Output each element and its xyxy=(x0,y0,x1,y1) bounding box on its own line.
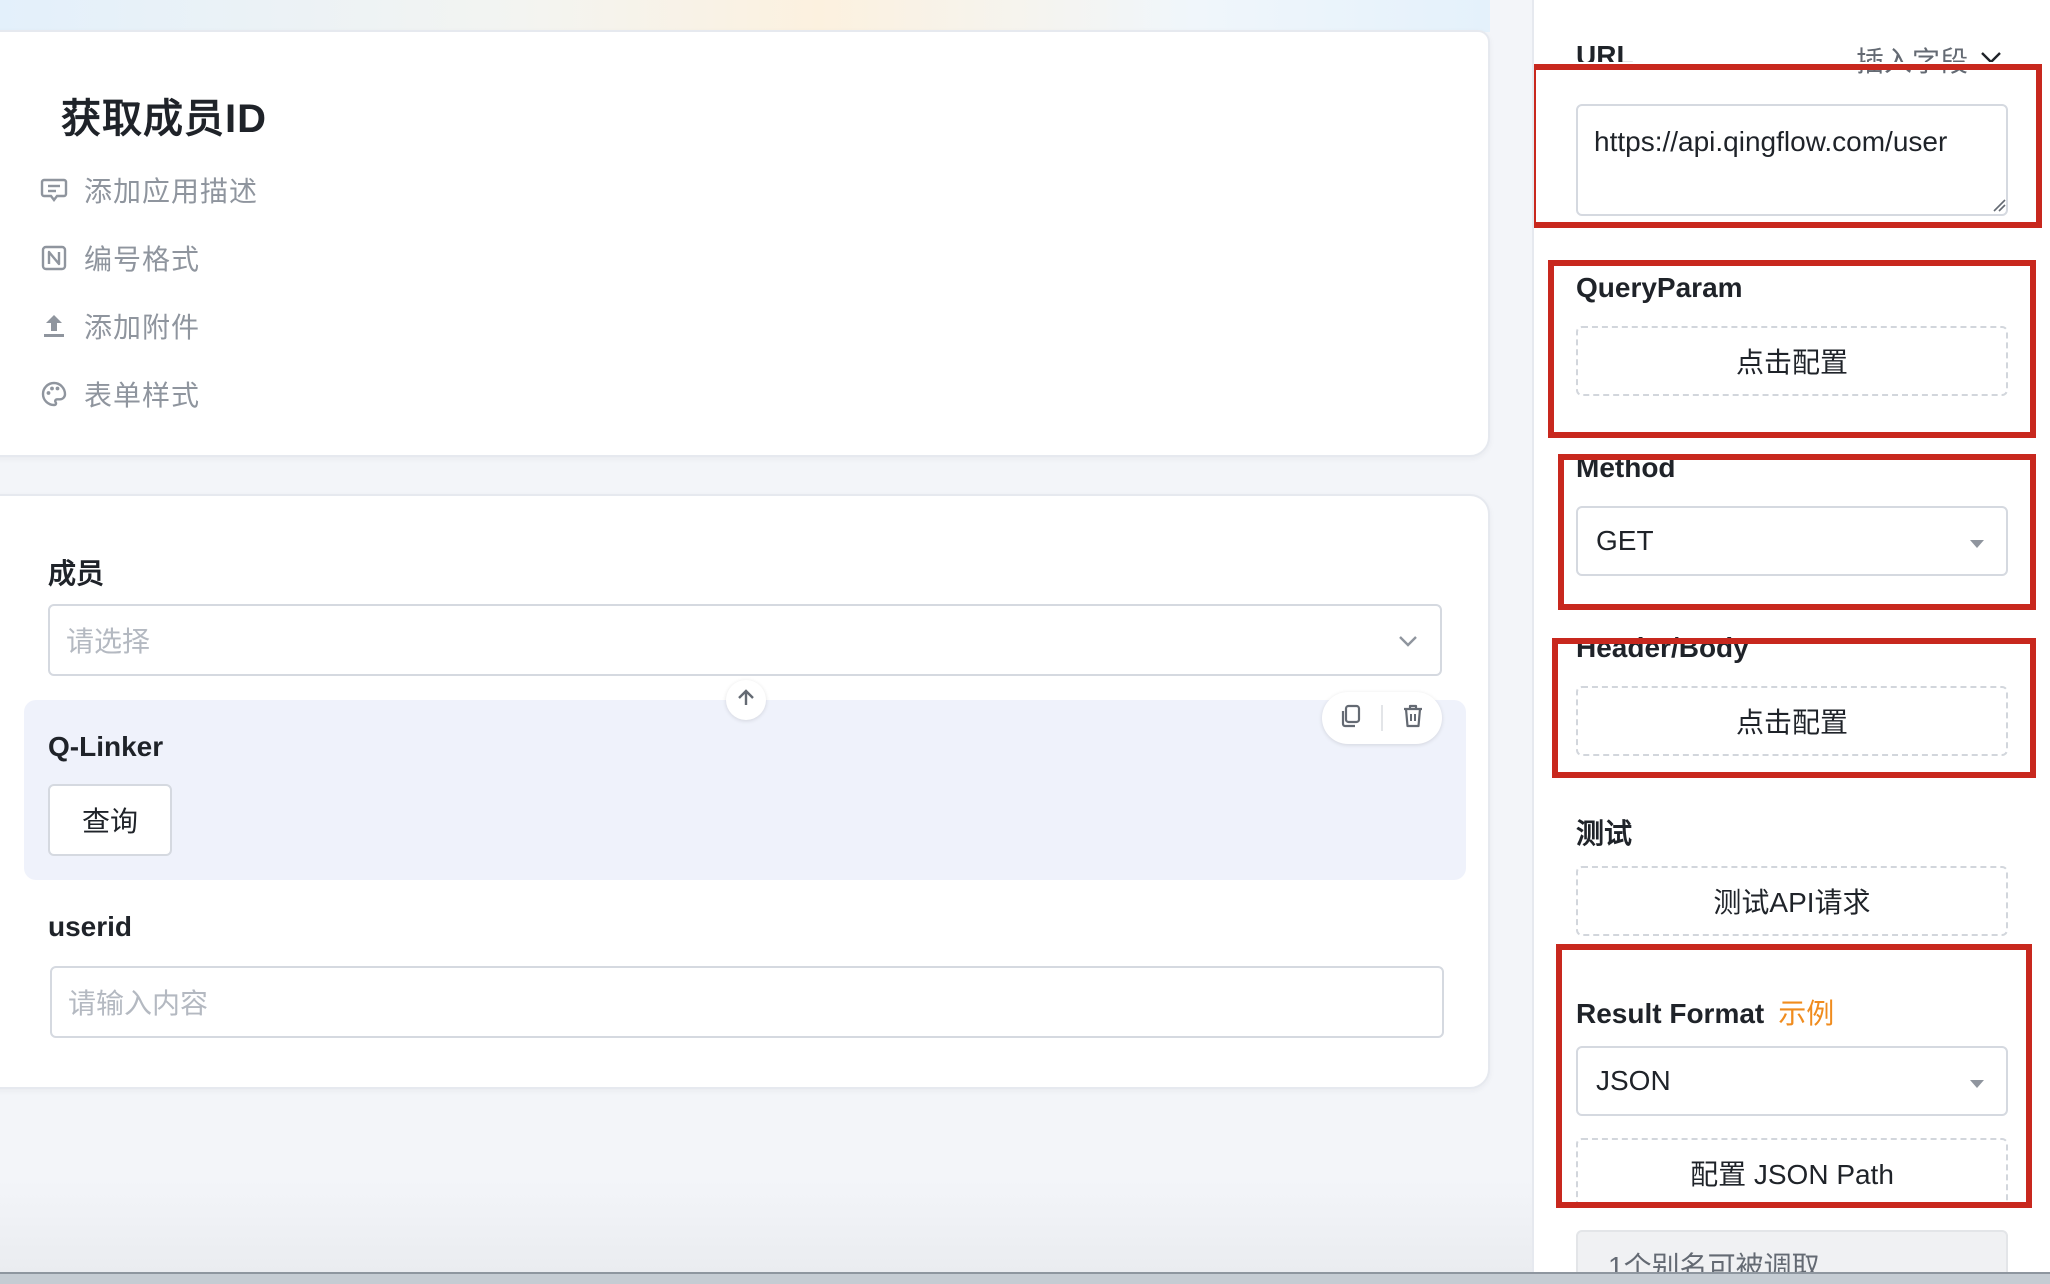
caret-down-icon xyxy=(1970,1080,1984,1088)
bottom-fade xyxy=(0,1180,1532,1284)
result-format-example-link[interactable]: 示例 xyxy=(1778,992,1834,1032)
caret-down-icon xyxy=(1970,540,1984,548)
screen: 获取成员ID 添加应用描述 编号格式 添加附件 表单样式 成员 请选择 Q-Li… xyxy=(0,0,2050,1284)
header-body-label: Header/Body xyxy=(1576,632,1749,663)
add-description-label: 添加应用描述 xyxy=(84,176,259,207)
comment-icon xyxy=(38,174,70,206)
move-up-button[interactable] xyxy=(726,680,766,720)
insert-field-label: 插入字段 xyxy=(1856,40,1968,80)
toolbar-divider xyxy=(1380,705,1383,731)
add-description-action[interactable]: 添加应用描述 xyxy=(38,170,258,210)
header-gradient-strip xyxy=(0,0,1490,32)
qlinker-config-panel: URL 插入字段 https://api.qingflow.com/user Q… xyxy=(1532,0,2050,1284)
add-attachment-action[interactable]: 添加附件 xyxy=(38,306,200,346)
add-attachment-label: 添加附件 xyxy=(84,312,201,343)
form-style-label: 表单样式 xyxy=(84,380,201,411)
method-select[interactable]: GET xyxy=(1576,506,2008,576)
app-title[interactable]: 获取成员ID xyxy=(61,86,267,144)
palette-icon xyxy=(38,378,70,410)
header-body-config-button[interactable]: 点击配置 xyxy=(1576,686,2008,756)
resize-grip-icon[interactable] xyxy=(1992,198,2006,217)
window-bottom-edge xyxy=(0,1272,2050,1284)
result-format-selected-value: JSON xyxy=(1596,1065,1671,1096)
upload-icon xyxy=(38,310,70,342)
method-label: Method xyxy=(1576,452,1676,483)
userid-field-label: userid xyxy=(48,911,133,942)
qlinker-field-block-selected[interactable] xyxy=(24,700,1466,880)
form-style-action[interactable]: 表单样式 xyxy=(38,374,200,414)
arrow-up-icon xyxy=(735,687,757,714)
numbering-format-label: 编号格式 xyxy=(84,244,201,275)
field-toolbar xyxy=(1322,692,1442,744)
insert-field-dropdown[interactable]: 插入字段 xyxy=(1856,40,2004,80)
qlinker-query-button[interactable]: 查询 xyxy=(48,784,172,856)
url-label-clip xyxy=(1534,62,2050,68)
member-field-label: 成员 xyxy=(48,558,105,589)
qlinker-field-label: Q-Linker xyxy=(48,731,164,762)
member-select-placeholder: 请选择 xyxy=(66,626,151,657)
chevron-down-icon xyxy=(1978,44,2004,77)
query-param-label: QueryParam xyxy=(1576,272,1743,303)
test-api-request-button[interactable]: 测试API请求 xyxy=(1576,866,2008,936)
method-selected-value: GET xyxy=(1596,525,1654,556)
configure-json-path-button[interactable]: 配置 JSON Path xyxy=(1576,1138,2008,1208)
userid-input[interactable]: 请输入内容 xyxy=(50,966,1444,1038)
result-format-label-row: Result Format 示例 xyxy=(1576,992,1834,1032)
test-label: 测试 xyxy=(1576,818,1633,849)
userid-input-placeholder: 请输入内容 xyxy=(68,988,209,1019)
numbering-format-action[interactable]: 编号格式 xyxy=(38,238,200,278)
chevron-down-icon xyxy=(1396,628,1420,660)
url-textarea[interactable]: https://api.qingflow.com/user xyxy=(1576,104,2008,216)
result-format-label: Result Format xyxy=(1576,998,1765,1029)
query-param-config-button[interactable]: 点击配置 xyxy=(1576,326,2008,396)
form-designer-canvas: 获取成员ID 添加应用描述 编号格式 添加附件 表单样式 成员 请选择 Q-Li… xyxy=(0,0,1532,1284)
result-format-select[interactable]: JSON xyxy=(1576,1046,2008,1116)
trash-icon[interactable] xyxy=(1400,703,1426,734)
member-select[interactable]: 请选择 xyxy=(48,604,1442,676)
copy-icon[interactable] xyxy=(1338,703,1364,734)
numbering-icon xyxy=(38,242,70,274)
